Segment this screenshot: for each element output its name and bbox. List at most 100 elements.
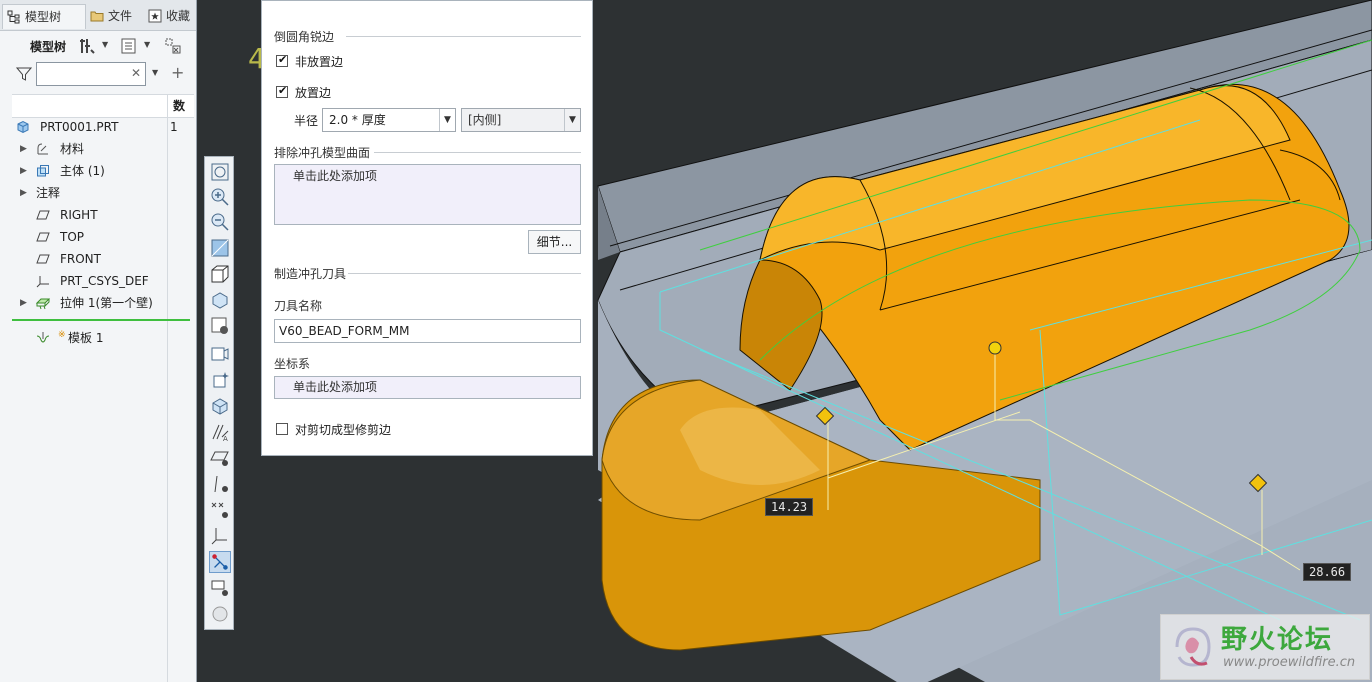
csys-collector[interactable]: 单击此处添加项: [274, 376, 581, 399]
tree-item-front[interactable]: FRONT: [0, 248, 196, 270]
point-display-icon[interactable]: [209, 499, 231, 521]
chevron-down-icon[interactable]: ▼: [144, 40, 150, 49]
form-options-panel: 倒圆角锐边 ✔ 非放置边 ✔ 放置边 半径 2.0 * 厚度 ▼ [内侧] ▼ …: [261, 0, 593, 456]
view-manager-icon[interactable]: [209, 315, 231, 337]
tree-settings-icon[interactable]: [78, 37, 96, 55]
non-placement-edge-label: 非放置边: [295, 55, 344, 69]
expand-arrow-icon[interactable]: ▶: [20, 160, 27, 182]
datum-plane-icon: [36, 210, 50, 220]
non-placement-edge-checkbox[interactable]: ✔: [276, 53, 288, 67]
insert-here-indicator[interactable]: [12, 319, 190, 321]
form-icon: [36, 332, 50, 343]
tree-toolbar: 模型树 ▼ ▼: [0, 34, 196, 58]
exclude-surfaces-collector[interactable]: 单击此处添加项: [274, 164, 581, 225]
render-options-icon[interactable]: [209, 577, 231, 599]
dimension-label[interactable]: 28.66: [1303, 563, 1352, 581]
annotation-display-icon[interactable]: [209, 395, 231, 417]
tree-item-form[interactable]: ※ 模板 1: [0, 327, 196, 349]
radius-dropdown[interactable]: 2.0 * 厚度 ▼: [322, 108, 456, 132]
display-style-icon[interactable]: [209, 263, 231, 285]
tree-item-annotations[interactable]: ▶ 注释: [0, 182, 196, 204]
model-tree-icon: [7, 10, 20, 24]
placement-edge-label: 放置边: [295, 86, 332, 100]
tree-item-label: 拉伸 1(第一个壁): [60, 296, 153, 310]
watermark: 野火论坛 www.proewildfire.cn: [1160, 614, 1370, 680]
datum-display-icon[interactable]: A: [209, 421, 231, 443]
section-divider: [346, 36, 581, 37]
tree-item-prefix: ※: [58, 330, 66, 340]
repaint-icon[interactable]: [209, 237, 231, 259]
tree-item-extrude[interactable]: ▶ 拉伸 1(第一个壁): [0, 292, 196, 314]
search-input[interactable]: ✕: [36, 62, 146, 86]
tree-item-body[interactable]: ▶ 主体 (1): [0, 160, 196, 182]
plane-display-icon[interactable]: [209, 447, 231, 469]
dimension-label[interactable]: 14.23: [765, 498, 814, 516]
chevron-down-icon[interactable]: ▼: [152, 68, 158, 77]
filter-icon[interactable]: [16, 66, 32, 82]
watermark-logo-icon: [1175, 627, 1211, 667]
placement-edge-checkbox[interactable]: ✔: [276, 84, 288, 98]
tree-item-label: FRONT: [60, 252, 101, 266]
watermark-title: 野火论坛: [1221, 625, 1334, 655]
expand-arrow-icon[interactable]: ▶: [20, 292, 27, 314]
check-icon: ✔: [278, 84, 288, 97]
drag-handle-icon[interactable]: [988, 341, 1002, 355]
tree-search-row: ✕ ▼ +: [0, 60, 196, 88]
tree-item-top[interactable]: TOP: [0, 226, 196, 248]
tree-item-csys[interactable]: PRT_CSYS_DEF: [0, 270, 196, 292]
zoom-in-icon[interactable]: [209, 186, 231, 208]
svg-text:A: A: [223, 435, 228, 443]
csys-display-icon[interactable]: [209, 525, 231, 547]
chevron-down-icon: ▼: [564, 109, 580, 131]
spin-center-icon[interactable]: [209, 369, 231, 391]
folder-icon: [90, 11, 104, 22]
radius-label: 半径: [294, 114, 319, 128]
body-icon: [37, 165, 49, 177]
section-title-round-edges: 倒圆角锐边: [274, 30, 335, 44]
view-toolbar: A: [204, 156, 234, 630]
datum-plane-icon: [36, 232, 50, 242]
section-divider: [348, 273, 581, 274]
tree-item-material[interactable]: ▶ 材料: [0, 138, 196, 160]
tree-item-label: RIGHT: [60, 208, 98, 222]
section-divider: [374, 152, 581, 153]
csys-icon: [36, 276, 49, 288]
filter-settings-icon[interactable]: [164, 37, 182, 55]
collector-placeholder: 单击此处添加项: [293, 380, 378, 394]
tree-item-quantity: 1: [170, 120, 178, 134]
expand-arrow-icon[interactable]: ▶: [20, 182, 27, 204]
tool-name-field[interactable]: V60_BEAD_FORM_MM: [274, 319, 581, 343]
spin-center-toggle-button[interactable]: [209, 551, 231, 573]
axis-display-icon[interactable]: [209, 473, 231, 495]
check-icon: ✔: [278, 53, 288, 66]
close-icon[interactable]: ✕: [131, 66, 141, 80]
zoom-out-icon[interactable]: [209, 211, 231, 233]
csys-label: 坐标系: [274, 357, 311, 371]
saved-orientations-icon[interactable]: [209, 289, 231, 311]
side-value: [内侧]: [468, 113, 502, 127]
tree-item-label: TOP: [60, 230, 85, 244]
side-dropdown[interactable]: [内侧] ▼: [461, 108, 581, 132]
material-icon: [37, 143, 48, 155]
add-icon[interactable]: +: [171, 63, 184, 82]
tab-model-tree[interactable]: 模型树: [2, 4, 86, 29]
datum-plane-icon: [36, 254, 50, 264]
tree-item-label: PRT_CSYS_DEF: [60, 274, 149, 288]
panel-tabs: 模型树 文件 收藏: [0, 0, 196, 31]
perspective-icon[interactable]: [209, 343, 231, 365]
expand-arrow-icon[interactable]: ▶: [20, 138, 27, 160]
chevron-down-icon[interactable]: ▼: [102, 40, 108, 49]
details-button[interactable]: 细节...: [528, 230, 581, 254]
tab-label: 文件: [108, 9, 133, 23]
refit-icon[interactable]: [209, 161, 231, 183]
tree-item-right[interactable]: RIGHT: [0, 204, 196, 226]
trim-edge-checkbox[interactable]: [276, 423, 288, 435]
appearance-icon[interactable]: [209, 603, 231, 625]
tree-column-quantity[interactable]: 数量: [167, 95, 194, 117]
collector-placeholder: 单击此处添加项: [293, 169, 378, 183]
tab-files[interactable]: 文件: [86, 4, 152, 28]
tab-label: 模型树: [25, 10, 62, 24]
model-tree-panel: 模型树 文件 收藏 模型树 ▼ ▼ ✕ ▼ + 数 PRT0001.PRT 1 …: [0, 0, 197, 682]
tree-item-part[interactable]: PRT0001.PRT 1: [0, 116, 196, 138]
show-icon[interactable]: [120, 37, 138, 55]
